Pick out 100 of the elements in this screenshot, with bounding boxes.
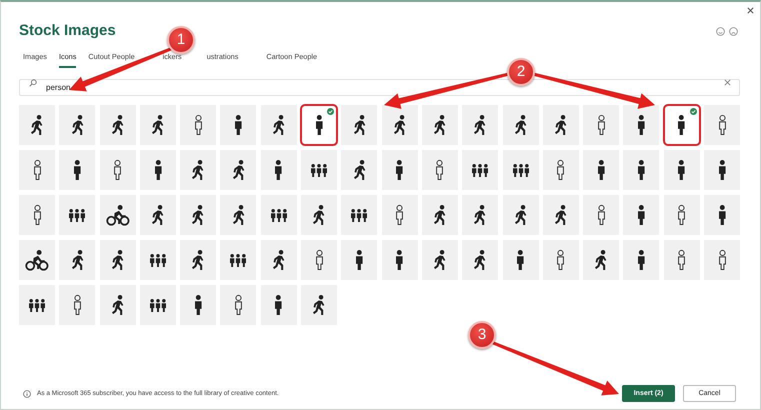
icon-tile[interactable] [462,240,498,280]
icon-tile[interactable] [100,195,136,235]
icon-tile[interactable] [623,240,660,280]
icon-tile[interactable] [180,285,216,325]
icon-tile[interactable] [623,105,660,145]
icon-tile[interactable] [341,240,378,280]
icon-tile[interactable] [623,195,660,235]
icon-tile[interactable] [220,150,256,190]
icon-tile[interactable] [59,150,96,190]
icon-tile[interactable] [704,195,740,235]
icon-tile[interactable] [341,150,378,190]
icon-tile[interactable] [59,105,96,145]
walking-person-icon [555,205,567,225]
walking-person-icon [354,115,366,135]
icon-tile[interactable] [260,240,297,280]
icon-tile[interactable] [664,105,700,145]
icon-tile[interactable] [382,195,418,235]
icon-tile[interactable] [59,195,96,235]
icon-tile[interactable] [502,195,539,235]
icon-tile[interactable] [260,285,297,325]
icon-tile[interactable] [59,240,96,280]
icon-tile[interactable] [623,150,660,190]
icon-tile[interactable] [140,195,176,235]
icon-tile[interactable] [100,105,136,145]
icon-tile[interactable] [220,195,256,235]
icon-tile[interactable] [220,240,256,280]
icon-tile[interactable] [100,285,136,325]
step-number: 1 [167,26,195,54]
icon-tile[interactable] [59,285,96,325]
icon-tile[interactable] [100,150,136,190]
person-icon [235,115,242,135]
icon-tile[interactable] [220,105,256,145]
person-outline-icon [34,160,40,180]
clear-icon[interactable] [724,79,731,86]
person-outline-icon [74,295,81,315]
person-icon [396,160,403,180]
icon-tile[interactable] [301,195,338,235]
icon-tile[interactable] [100,240,136,280]
icon-tile[interactable] [542,150,579,190]
icon-tile[interactable] [260,105,297,145]
person-icon [275,160,282,180]
icon-tile[interactable] [542,105,579,145]
icon-tile[interactable] [583,150,620,190]
icon-tile[interactable] [19,240,55,280]
icon-tile[interactable] [301,285,338,325]
icon-tile[interactable] [180,240,216,280]
smiley-icon[interactable] [716,26,725,36]
icon-tile[interactable] [220,285,256,325]
icon-tile[interactable] [542,195,579,235]
icon-tile[interactable] [301,240,338,280]
icon-tile[interactable] [19,285,55,325]
icon-tile[interactable] [260,195,297,235]
icon-tile[interactable] [704,240,740,280]
step-number: 3 [468,321,496,349]
icon-tile[interactable] [583,195,620,235]
icon-tile[interactable] [301,105,338,145]
icon-tile[interactable] [502,240,539,280]
icon-tile[interactable] [422,240,458,280]
frown-icon[interactable] [729,26,738,36]
icon-tile[interactable] [704,150,740,190]
icon-tile[interactable] [382,240,418,280]
icon-tile[interactable] [422,105,458,145]
icon-tile[interactable] [341,105,378,145]
person-outline-icon [598,205,605,225]
icon-tile[interactable] [583,105,620,145]
icon-tile[interactable] [462,195,498,235]
icon-tile[interactable] [422,195,458,235]
icon-tile[interactable] [583,240,620,280]
icon-tile[interactable] [664,240,700,280]
icon-tile[interactable] [664,150,700,190]
icon-tile[interactable] [260,150,297,190]
icon-tile[interactable] [19,150,55,190]
walking-person-icon [394,115,406,135]
icon-tile[interactable] [19,195,55,235]
person-outline-icon [718,250,726,270]
icon-tile[interactable] [422,150,458,190]
icon-tile[interactable] [382,150,418,190]
icon-tile[interactable] [502,105,539,145]
person-icon [718,205,726,225]
icon-tile[interactable] [19,105,55,145]
icon-tile[interactable] [341,195,378,235]
icon-tile[interactable] [462,150,498,190]
icon-tile[interactable] [664,195,700,235]
icon-tile[interactable] [180,195,216,235]
icon-tile[interactable] [301,150,338,190]
icon-tile[interactable] [180,105,216,145]
icon-tile[interactable] [502,150,539,190]
search-field[interactable]: person [19,79,740,96]
icon-tile[interactable] [140,150,176,190]
icon-tile[interactable] [462,105,498,145]
icon-tile[interactable] [140,105,176,145]
icon-tile[interactable] [542,240,579,280]
close-icon[interactable] [747,7,754,14]
icon-tile[interactable] [382,105,418,145]
icon-tile[interactable] [180,150,216,190]
walking-person-icon [474,205,486,225]
icon-tile[interactable] [704,105,740,145]
walking-person-icon [354,160,366,180]
icon-tile[interactable] [140,285,176,325]
icon-tile[interactable] [140,240,176,280]
